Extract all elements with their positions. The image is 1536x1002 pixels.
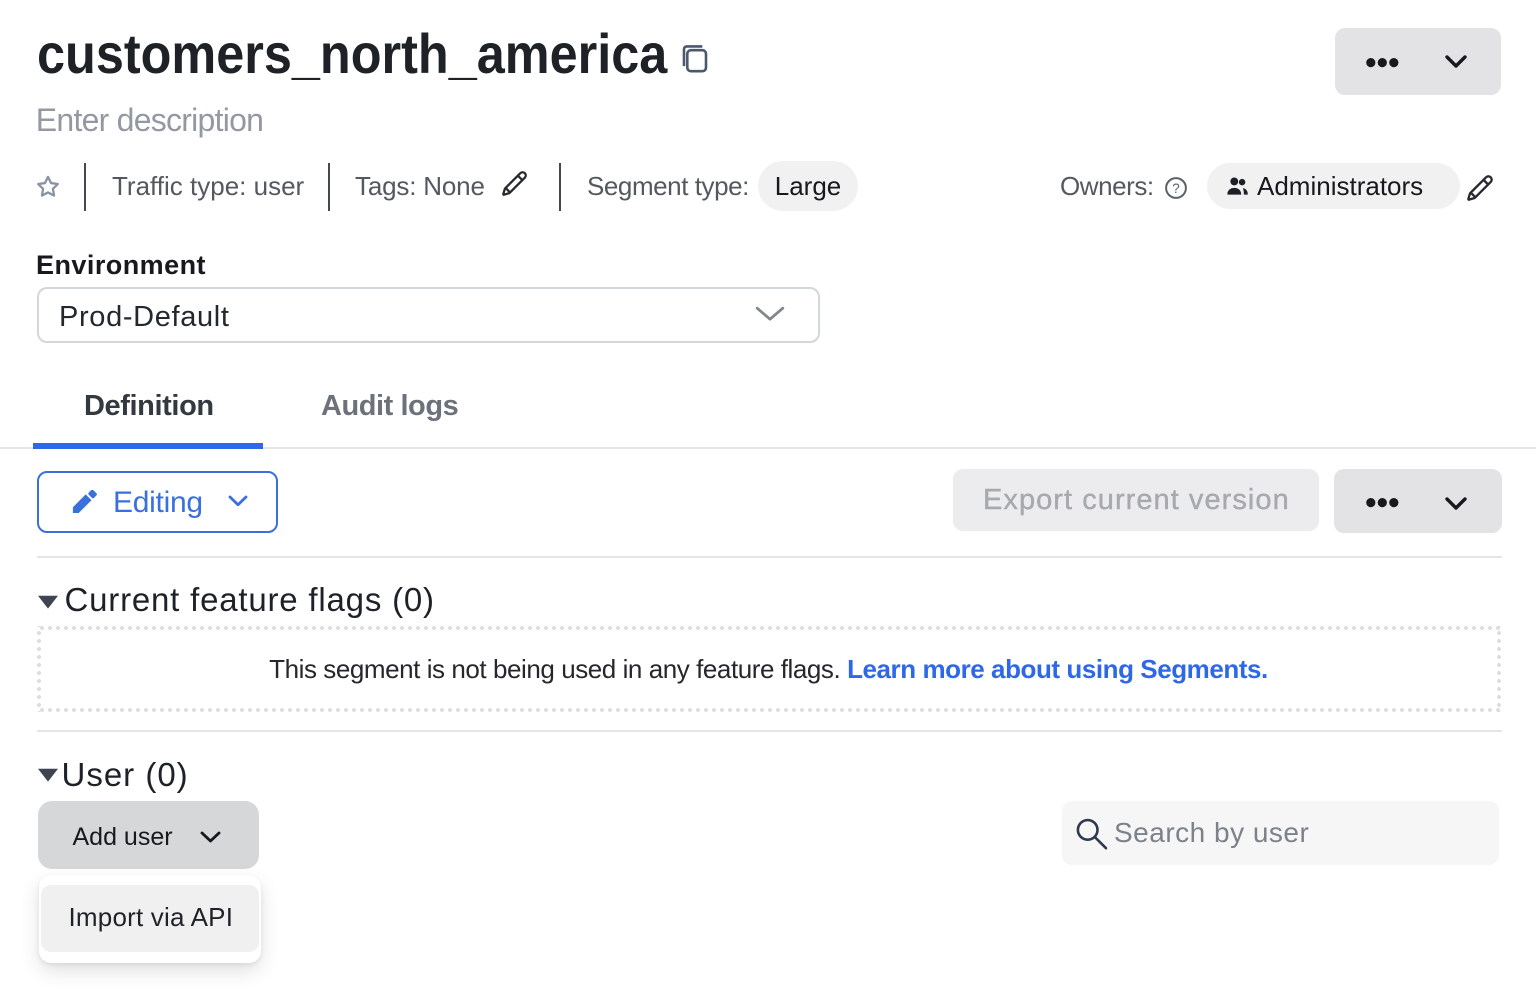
svg-text:?: ? [1172, 181, 1180, 196]
